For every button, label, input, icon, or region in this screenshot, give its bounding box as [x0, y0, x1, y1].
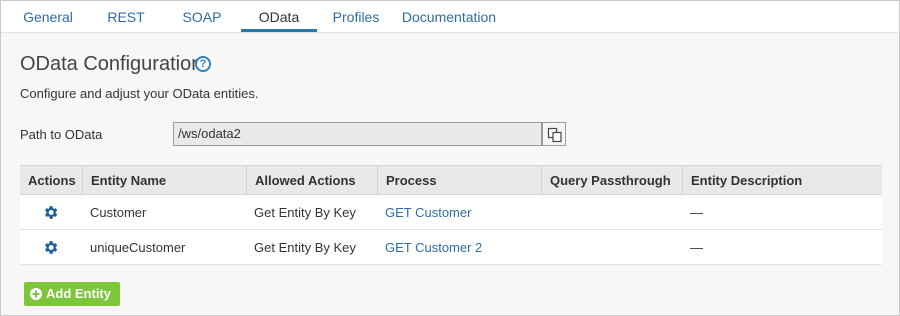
entity-description: — — [690, 240, 703, 255]
gear-icon[interactable] — [42, 204, 59, 221]
add-entity-button[interactable]: Add Entity — [24, 282, 120, 306]
add-entity-label: Add Entity — [46, 286, 111, 301]
query-passthrough — [541, 230, 682, 264]
tab-rest[interactable]: REST — [95, 1, 157, 32]
copy-button[interactable] — [542, 122, 566, 146]
path-field[interactable]: /ws/odata2 — [173, 122, 542, 146]
tab-general[interactable]: General — [11, 1, 85, 32]
table-row: Customer Get Entity By Key GET Customer … — [20, 195, 882, 230]
tab-odata[interactable]: OData — [241, 1, 317, 32]
column-header-entity-description[interactable]: Entity Description — [682, 166, 882, 194]
allowed-actions: Get Entity By Key — [254, 240, 356, 255]
path-label: Path to OData — [20, 127, 103, 142]
page-subtitle: Configure and adjust your OData entities… — [20, 86, 259, 101]
tab-soap[interactable]: SOAP — [169, 1, 235, 32]
column-header-entity-name[interactable]: Entity Name — [82, 166, 246, 194]
column-header-process[interactable]: Process — [377, 166, 541, 194]
tab-bar: General REST SOAP OData Profiles Documen… — [1, 1, 898, 33]
table-header: Actions Entity Name Allowed Actions Proc… — [20, 165, 882, 195]
column-header-actions: Actions — [28, 173, 76, 188]
column-header-allowed-actions[interactable]: Allowed Actions — [246, 166, 377, 194]
entity-description: — — [690, 205, 703, 220]
question-circle-icon[interactable]: ? — [195, 56, 211, 72]
page-title: OData Configuration — [20, 53, 203, 75]
column-header-query-passthrough[interactable]: Query Passthrough — [541, 166, 682, 194]
copy-icon — [547, 127, 562, 143]
entity-name: uniqueCustomer — [90, 240, 186, 255]
process-link[interactable]: GET Customer 2 — [377, 230, 541, 264]
process-link[interactable]: GET Customer — [377, 195, 541, 229]
plus-circle-icon — [30, 288, 42, 300]
allowed-actions: Get Entity By Key — [254, 205, 356, 220]
table-row: uniqueCustomer Get Entity By Key GET Cus… — [20, 230, 882, 265]
gear-icon[interactable] — [42, 239, 59, 256]
query-passthrough — [541, 195, 682, 229]
tab-documentation[interactable]: Documentation — [395, 1, 503, 32]
entity-name: Customer — [90, 205, 147, 220]
tab-profiles[interactable]: Profiles — [326, 1, 386, 32]
